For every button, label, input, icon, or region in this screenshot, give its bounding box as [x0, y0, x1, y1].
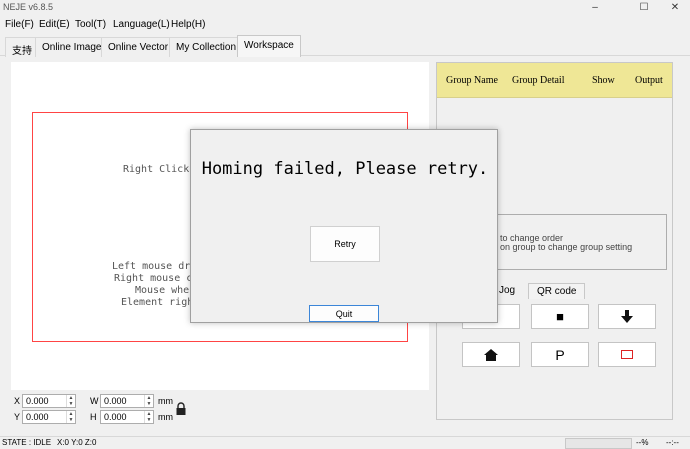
- tab-bar: 支持 Online Image Online Vector My Collect…: [0, 34, 690, 57]
- menu-file[interactable]: File(F): [5, 19, 34, 30]
- status-bar: STATE : IDLE X:0 Y:0 Z:0 --% --:--: [0, 436, 690, 449]
- x-spin-arrows[interactable]: ▲ ▼: [66, 395, 75, 407]
- menu-tool[interactable]: Tool(T): [75, 19, 106, 30]
- h-spin-arrows[interactable]: ▲ ▼: [144, 411, 153, 423]
- hint-right-click: Right Click: [123, 164, 190, 175]
- progress-bar: [565, 438, 632, 449]
- hint-element-right: Element righ: [121, 297, 194, 308]
- col-show[interactable]: Show: [592, 75, 615, 86]
- tab-online-image[interactable]: Online Image: [35, 37, 109, 57]
- tab-support[interactable]: 支持: [5, 37, 39, 57]
- col-output[interactable]: Output: [635, 75, 663, 86]
- w-spin-arrows[interactable]: ▲ ▼: [144, 395, 153, 407]
- col-group-detail[interactable]: Group Detail: [512, 75, 565, 86]
- p-button[interactable]: P: [531, 342, 589, 367]
- stop-button[interactable]: ■: [531, 304, 589, 329]
- menu-bar: File(F) Edit(E) Tool(T) Language(L) Help…: [0, 16, 690, 34]
- info-line-2: on group to change group setting: [500, 242, 633, 252]
- minimize-button[interactable]: –: [580, 1, 610, 15]
- menu-help[interactable]: Help(H): [171, 19, 205, 30]
- col-group-name[interactable]: Group Name: [446, 75, 498, 86]
- time-remaining: --:--: [666, 438, 679, 447]
- maximize-button[interactable]: ☐: [629, 1, 659, 15]
- x-label: X: [14, 396, 21, 406]
- frame-icon: [621, 350, 633, 359]
- position-status: X:0 Y:0 Z:0: [57, 438, 97, 447]
- state-status: STATE : IDLE: [2, 438, 52, 447]
- hint-mouse-wheel: Mouse whe: [135, 285, 190, 296]
- group-table-header: Group Name Group Detail Show Output: [437, 63, 672, 98]
- move-down-button[interactable]: [598, 304, 656, 329]
- quit-button[interactable]: Quit: [309, 305, 379, 322]
- h-input[interactable]: 0.000 ▲ ▼: [100, 410, 154, 424]
- tab-qr-code[interactable]: QR code: [528, 283, 586, 299]
- homing-failed-dialog: Homing failed, Please retry. Retry Quit: [190, 129, 498, 323]
- menu-language[interactable]: Language(L): [113, 19, 170, 30]
- home-icon: [484, 348, 498, 361]
- lock-icon[interactable]: [175, 402, 187, 416]
- unit-label-w: mm: [158, 396, 173, 406]
- close-button[interactable]: ✕: [660, 1, 690, 15]
- frame-button[interactable]: [598, 342, 656, 367]
- tab-online-vector[interactable]: Online Vector: [101, 37, 176, 57]
- menu-edit[interactable]: Edit(E): [39, 19, 70, 30]
- y-spin-arrows[interactable]: ▲ ▼: [66, 411, 75, 423]
- title-bar: NEJE v6.8.5 – ☐ ✕: [0, 0, 690, 16]
- window-title: NEJE v6.8.5: [3, 2, 54, 12]
- x-input[interactable]: 0.000 ▲ ▼: [22, 394, 76, 408]
- w-input[interactable]: 0.000 ▲ ▼: [100, 394, 154, 408]
- w-label: W: [90, 396, 99, 406]
- y-label: Y: [14, 412, 21, 422]
- tab-my-collection[interactable]: My Collection: [169, 37, 244, 57]
- hint-right-mouse: Right mouse c: [114, 273, 193, 284]
- unit-label-h: mm: [158, 412, 173, 422]
- home-button[interactable]: [462, 342, 520, 367]
- stop-icon: ■: [556, 309, 564, 324]
- tab-workspace[interactable]: Workspace: [237, 35, 301, 57]
- progress-percent: --%: [636, 438, 649, 447]
- h-label: H: [90, 412, 97, 422]
- arrow-down-icon: [621, 310, 633, 323]
- retry-button[interactable]: Retry: [310, 226, 380, 262]
- dialog-message: Homing failed, Please retry.: [201, 159, 489, 179]
- y-input[interactable]: 0.000 ▲ ▼: [22, 410, 76, 424]
- hint-left-mouse: Left mouse dr: [112, 261, 191, 272]
